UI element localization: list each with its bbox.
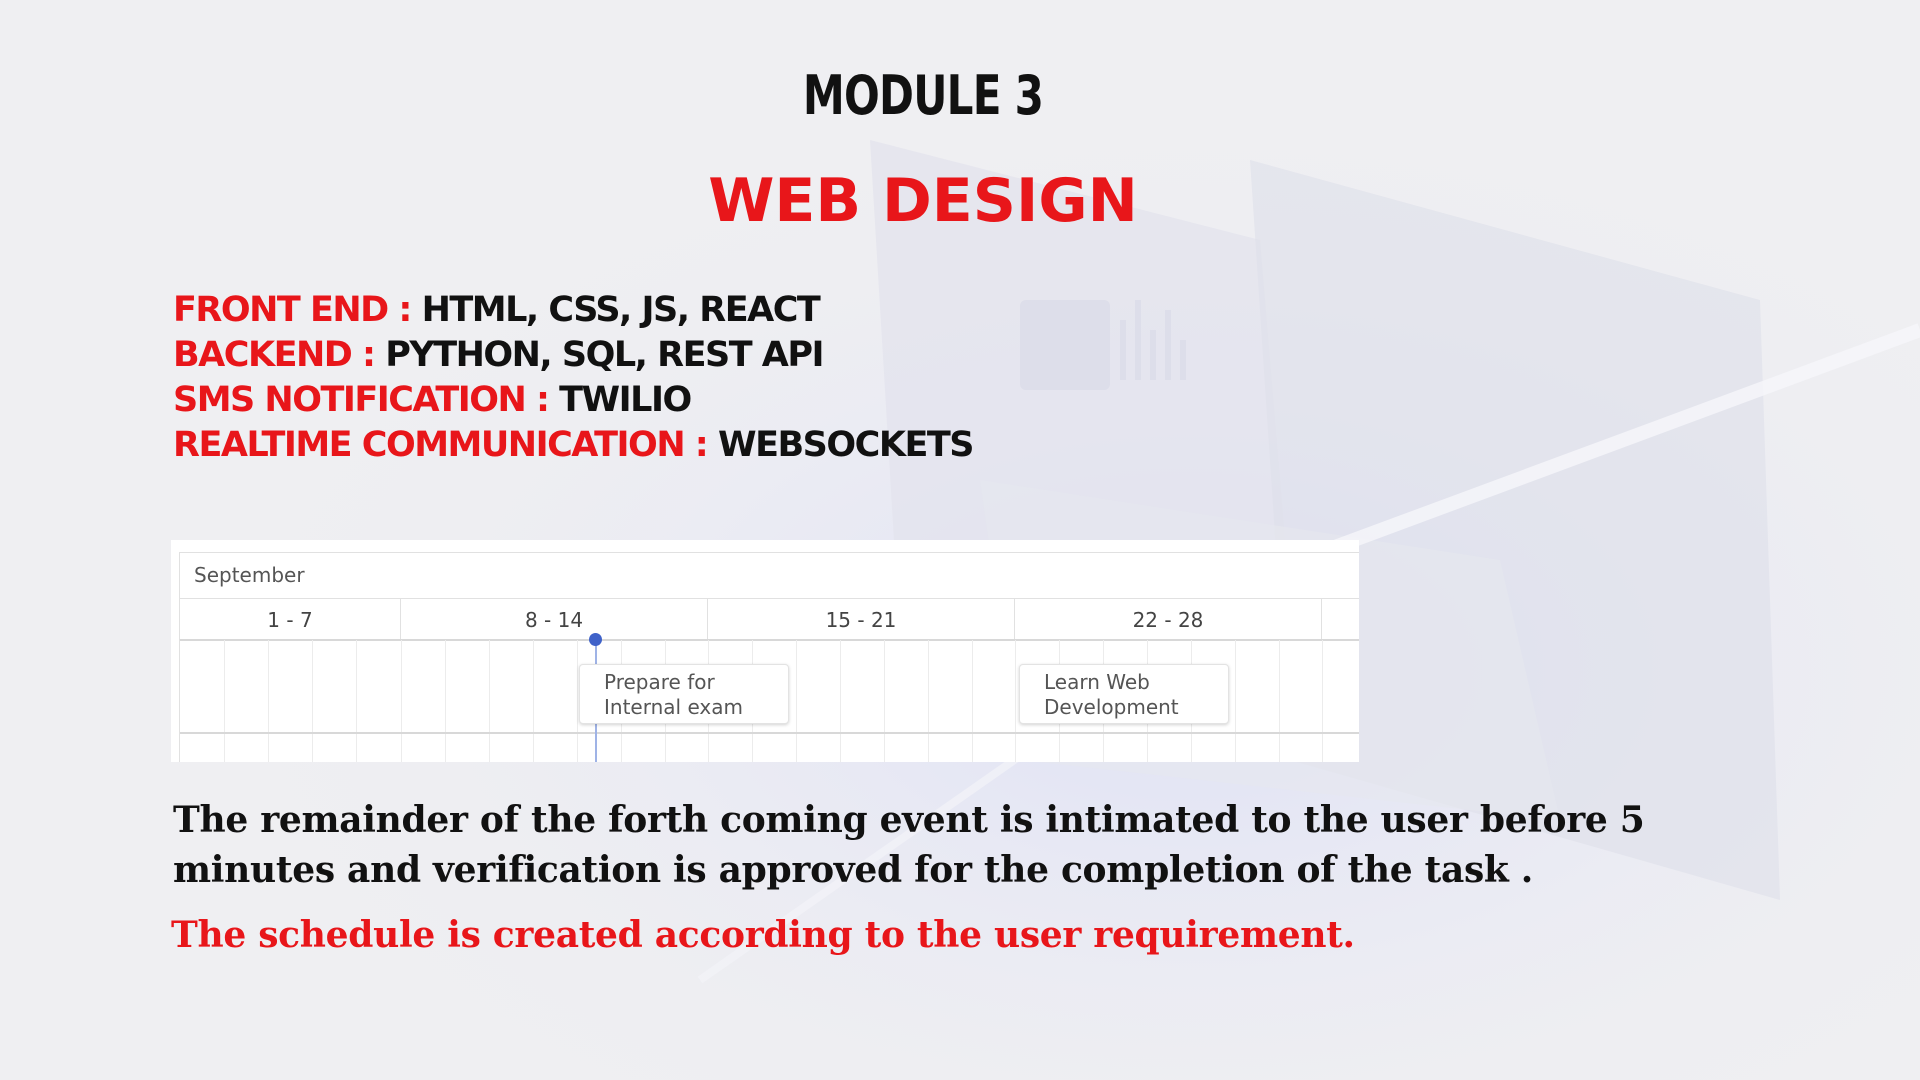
tech-value: HTML, CSS, JS, REACT [421, 290, 821, 330]
week-column-header[interactable]: 8 - 14 [401, 599, 708, 639]
tech-key: SMS NOTIFICATION : [173, 380, 560, 420]
note-text: The schedule is created according to the… [171, 914, 1355, 956]
module-title: MODULE 3 [802, 64, 1044, 127]
tech-row-backend: BACKEND : PYTHON, SQL, REST API [173, 333, 973, 378]
schedule-calendar: September 1 - 7 8 - 14 15 - 21 22 - 28 P… [171, 540, 1359, 762]
week-column-header[interactable]: 15 - 21 [708, 599, 1015, 639]
tech-row-sms: SMS NOTIFICATION : TWILIO [173, 378, 973, 423]
calendar-week-header: 1 - 7 8 - 14 15 - 21 22 - 28 [179, 598, 1359, 641]
week-column-header[interactable]: 22 - 28 [1015, 599, 1322, 639]
calendar-month-header: September [179, 552, 1359, 599]
tech-value: WEBSOCKETS [717, 425, 974, 465]
tech-value: TWILIO [559, 380, 692, 420]
tech-key: REALTIME COMMUNICATION : [173, 425, 718, 465]
tech-row-realtime: REALTIME COMMUNICATION : WEBSOCKETS [173, 423, 974, 468]
tech-key: FRONT END : [173, 290, 422, 330]
calendar-month: September [194, 563, 305, 587]
tech-row-frontend: FRONT END : HTML, CSS, JS, REACT [173, 288, 973, 333]
tech-value: PYTHON, SQL, REST API [385, 335, 824, 375]
today-marker [589, 633, 602, 646]
event-card-prepare-exam[interactable]: Prepare for Internal exam [579, 664, 789, 724]
tech-stack-list: FRONT END : HTML, CSS, JS, REACT BACKEND… [173, 288, 974, 468]
page-title: WEB DESIGN [708, 166, 1138, 236]
week-column-header[interactable]: 1 - 7 [180, 599, 401, 639]
tech-key: BACKEND : [173, 335, 386, 375]
event-card-learn-web[interactable]: Learn Web Development [1019, 664, 1229, 724]
description-text: The remainder of the forth coming event … [173, 799, 1645, 891]
